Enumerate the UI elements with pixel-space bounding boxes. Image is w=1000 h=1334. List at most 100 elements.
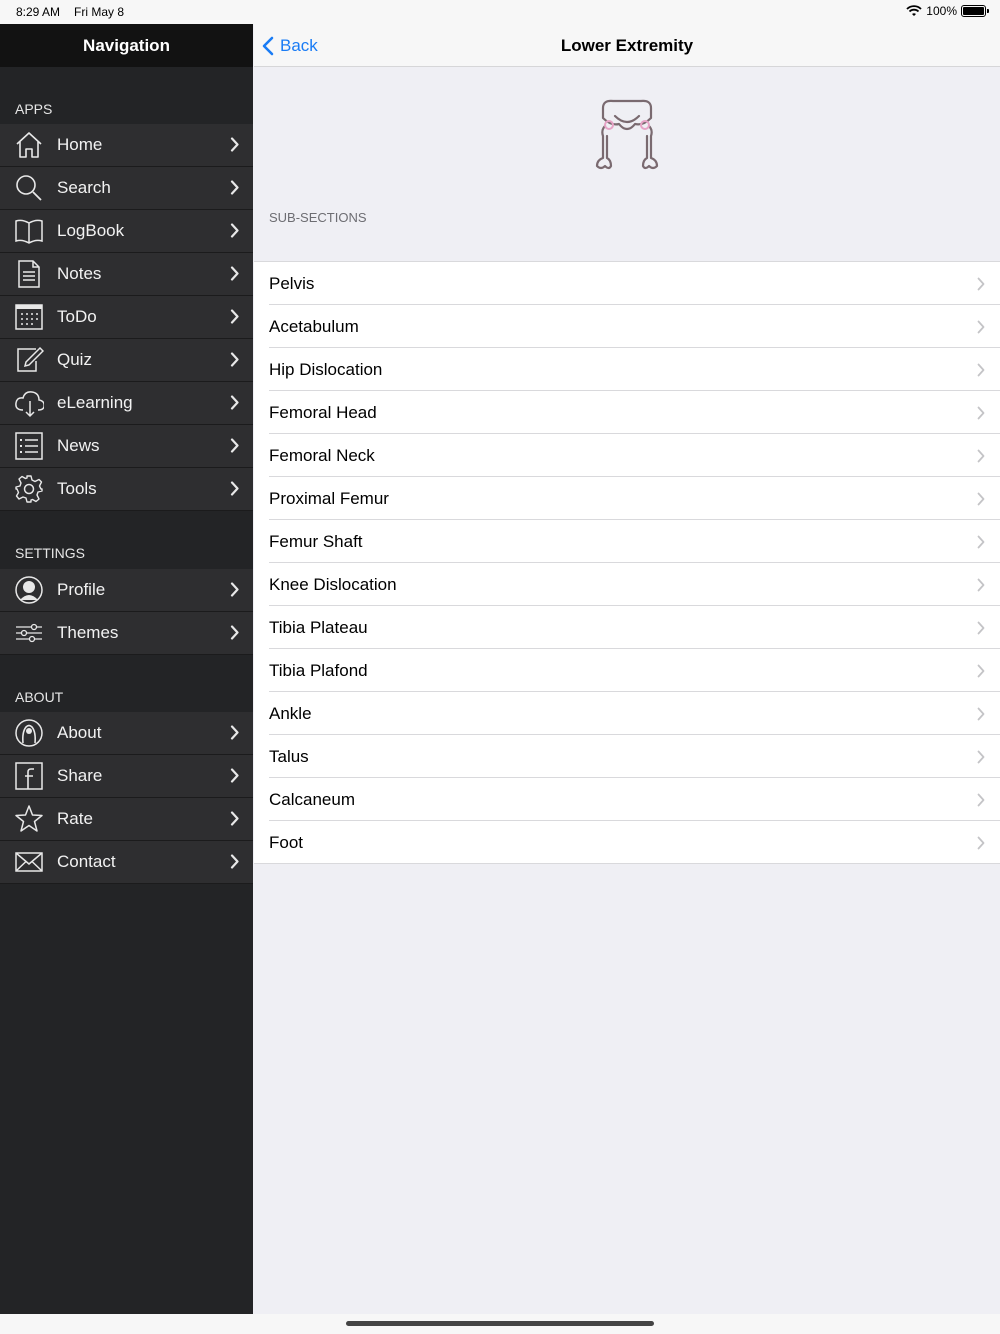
calendar-icon: [14, 302, 44, 332]
table-row[interactable]: Tibia Plateau: [254, 606, 1000, 649]
sub-sections-table: Pelvis Acetabulum Hip Dislocation Femoral H…: [254, 261, 1000, 864]
chevron-right-icon: [230, 266, 239, 281]
row-label: Knee Dislocation: [269, 574, 397, 594]
sidebar-item-themes[interactable]: Themes: [0, 612, 253, 655]
chevron-right-icon: [977, 406, 985, 420]
chevron-right-icon: [977, 535, 985, 549]
sidebar-item-search[interactable]: Search: [0, 167, 253, 210]
sidebar-item-home[interactable]: Home: [0, 124, 253, 167]
search-icon: [14, 173, 44, 203]
chevron-right-icon: [230, 625, 239, 640]
sidebar-item-label: Home: [57, 135, 103, 154]
row-label: Talus: [269, 746, 309, 766]
chevron-right-icon: [977, 621, 985, 635]
chevron-right-icon: [230, 223, 239, 238]
table-row[interactable]: Hip Dislocation: [254, 348, 1000, 391]
chevron-right-icon: [230, 582, 239, 597]
table-row[interactable]: Calcaneum: [254, 778, 1000, 821]
profile-icon: [14, 575, 44, 605]
chevron-right-icon: [230, 137, 239, 152]
detail-pane: Back Lower Extremity SUB-SECTIONS Pelvis…: [254, 24, 1000, 1314]
sidebar-item-label: About: [57, 723, 102, 742]
table-row[interactable]: Acetabulum: [254, 305, 1000, 348]
chevron-right-icon: [230, 395, 239, 410]
table-row[interactable]: Foot: [254, 821, 1000, 864]
status-time: 8:29 AM: [16, 5, 61, 19]
chevron-right-icon: [977, 664, 985, 678]
home-bar-area: [0, 1314, 1000, 1334]
sidebar-item-news[interactable]: News: [0, 425, 253, 468]
section-label-about: ABOUT: [15, 689, 64, 705]
gear-icon: [14, 474, 44, 504]
sidebar-item-label: Contact: [57, 852, 116, 871]
detail-nav-bar: Back Lower Extremity: [254, 24, 1000, 67]
sidebar-item-quiz[interactable]: Quiz: [0, 339, 253, 382]
sidebar-item-about[interactable]: About: [0, 712, 253, 755]
sidebar-item-elearning[interactable]: eLearning: [0, 382, 253, 425]
row-label: Femoral Head: [269, 402, 377, 422]
edit-icon: [14, 345, 44, 375]
chevron-right-icon: [230, 309, 239, 324]
sidebar-title: Navigation: [0, 24, 253, 67]
sidebar-item-label: Profile: [57, 580, 106, 599]
table-row[interactable]: Proximal Femur: [254, 477, 1000, 520]
home-indicator[interactable]: [346, 1321, 654, 1326]
chevron-right-icon: [977, 363, 985, 377]
table-row[interactable]: Femoral Neck: [254, 434, 1000, 477]
sidebar-item-label: LogBook: [57, 221, 125, 240]
sidebar-item-label: Tools: [57, 479, 97, 498]
status-right: 100%: [906, 4, 989, 18]
sidebar-item-rate[interactable]: Rate: [0, 798, 253, 841]
chevron-right-icon: [230, 725, 239, 740]
sidebar-item-label: Quiz: [57, 350, 92, 369]
sidebar-item-label: Notes: [57, 264, 102, 283]
battery-percent: 100%: [926, 4, 957, 18]
row-label: Acetabulum: [269, 316, 359, 336]
chevron-right-icon: [230, 854, 239, 869]
section-label-apps: APPS: [15, 101, 53, 117]
row-label: Tibia Plafond: [269, 660, 368, 680]
chevron-right-icon: [977, 707, 985, 721]
sidebar-item-share[interactable]: Share: [0, 755, 253, 798]
table-row[interactable]: Tibia Plafond: [254, 649, 1000, 692]
sidebar-item-contact[interactable]: Contact: [0, 841, 253, 884]
chevron-right-icon: [977, 449, 985, 463]
row-label: Tibia Plateau: [269, 617, 368, 637]
row-label: Femoral Neck: [269, 445, 375, 465]
pelvis-skeleton-icon: [595, 99, 659, 169]
table-row[interactable]: Ankle: [254, 692, 1000, 735]
chevron-right-icon: [230, 438, 239, 453]
sidebar-item-notes[interactable]: Notes: [0, 253, 253, 296]
table-row[interactable]: Pelvis: [254, 262, 1000, 305]
table-row[interactable]: Talus: [254, 735, 1000, 778]
sidebar-item-label: Themes: [57, 623, 119, 642]
status-date: Fri May 8: [74, 5, 125, 19]
chevron-right-icon: [977, 750, 985, 764]
table-row[interactable]: Knee Dislocation: [254, 563, 1000, 606]
chevron-right-icon: [977, 492, 985, 506]
sidebar-item-label: Search: [57, 178, 111, 197]
row-label: Pelvis: [269, 273, 315, 293]
list-icon: [14, 431, 44, 461]
mail-icon: [14, 847, 44, 877]
sidebar-item-todo[interactable]: ToDo: [0, 296, 253, 339]
chevron-right-icon: [977, 578, 985, 592]
sidebar-item-label: eLearning: [57, 393, 133, 412]
row-label: Ankle: [269, 703, 312, 723]
battery-icon: [961, 5, 989, 17]
sliders-icon: [14, 618, 44, 648]
chevron-right-icon: [977, 320, 985, 334]
table-row[interactable]: Femoral Head: [254, 391, 1000, 434]
sidebar-item-label: ToDo: [57, 307, 97, 326]
page-title: Lower Extremity: [560, 36, 694, 55]
row-label: Hip Dislocation: [269, 359, 383, 379]
sidebar-item-profile[interactable]: Profile: [0, 569, 253, 612]
sidebar-item-label: News: [57, 436, 100, 455]
sidebar-item-logbook[interactable]: LogBook: [0, 210, 253, 253]
chevron-right-icon: [230, 180, 239, 195]
home-icon: [14, 130, 44, 160]
table-row[interactable]: Femur Shaft: [254, 520, 1000, 563]
notes-icon: [14, 259, 44, 289]
sidebar-item-label: Rate: [57, 809, 93, 828]
sidebar-item-tools[interactable]: Tools: [0, 468, 253, 511]
